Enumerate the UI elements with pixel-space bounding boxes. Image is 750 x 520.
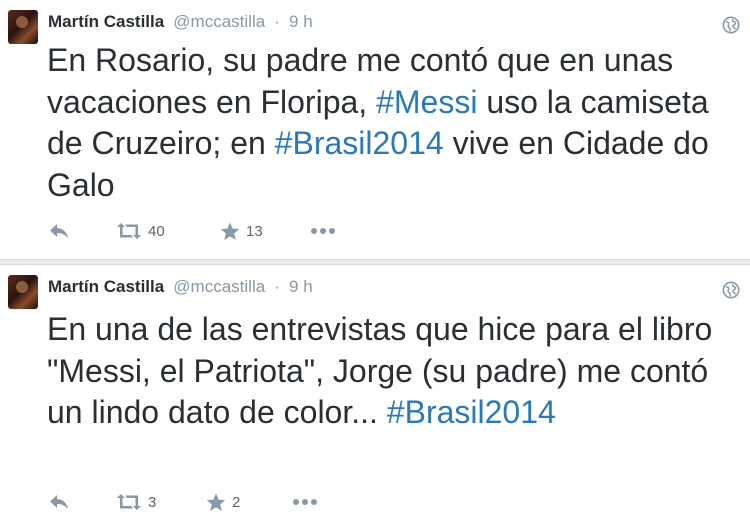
more-options-button[interactable]	[310, 219, 336, 243]
tweet-card: Martín Castilla @mccastilla · 9 h En Ros…	[0, 0, 750, 260]
favorite-count: 2	[232, 493, 241, 511]
star-icon	[206, 493, 226, 511]
retweet-button[interactable]: 3	[116, 490, 156, 514]
tweet-text: En Rosario, su padre me contó que en una…	[47, 40, 730, 206]
hashtag-link[interactable]: #Brasil2014	[387, 394, 556, 430]
more-icon	[293, 499, 317, 505]
author-name[interactable]: Martín Castilla	[48, 277, 164, 296]
reply-icon	[50, 495, 68, 509]
text-segment: En una de las entrevistas que hice para …	[47, 311, 713, 430]
tweet-header: Martín Castilla @mccastilla · 9 h	[48, 10, 313, 34]
more-options-button[interactable]	[292, 490, 318, 514]
hashtag-link[interactable]: #Messi	[376, 84, 477, 120]
tweet-text: En una de las entrevistas que hice para …	[47, 309, 730, 434]
retweet-count: 3	[148, 493, 157, 511]
tweet-timestamp[interactable]: 9 h	[289, 12, 313, 31]
reply-button[interactable]	[48, 490, 70, 514]
tweet-timestamp[interactable]: 9 h	[289, 277, 313, 296]
retweet-count: 40	[148, 222, 165, 240]
hashtag-link[interactable]: #Brasil2014	[275, 125, 444, 161]
author-name[interactable]: Martín Castilla	[48, 12, 164, 31]
meta-separator: ·	[274, 12, 280, 31]
reply-icon	[50, 224, 68, 238]
tweet-feed: Martín Castilla @mccastilla · 9 h En Ros…	[0, 0, 750, 520]
tweet-card: Martín Castilla @mccastilla · 9 h En una…	[0, 264, 750, 520]
author-handle[interactable]: @mccastilla	[173, 12, 265, 31]
more-icon	[311, 228, 335, 234]
globe-icon	[722, 281, 740, 299]
reply-button[interactable]	[48, 219, 70, 243]
globe-icon	[722, 16, 740, 34]
retweet-icon	[117, 223, 141, 239]
avatar[interactable]	[8, 10, 38, 44]
favorite-count: 13	[246, 222, 263, 240]
star-icon	[220, 222, 240, 240]
avatar[interactable]	[8, 275, 38, 309]
favorite-button[interactable]: 2	[206, 490, 240, 514]
tweet-header: Martín Castilla @mccastilla · 9 h	[48, 275, 313, 299]
author-handle[interactable]: @mccastilla	[173, 277, 265, 296]
retweet-icon	[117, 494, 141, 510]
meta-separator: ·	[274, 277, 280, 296]
retweet-button[interactable]: 40	[116, 219, 165, 243]
favorite-button[interactable]: 13	[220, 219, 263, 243]
